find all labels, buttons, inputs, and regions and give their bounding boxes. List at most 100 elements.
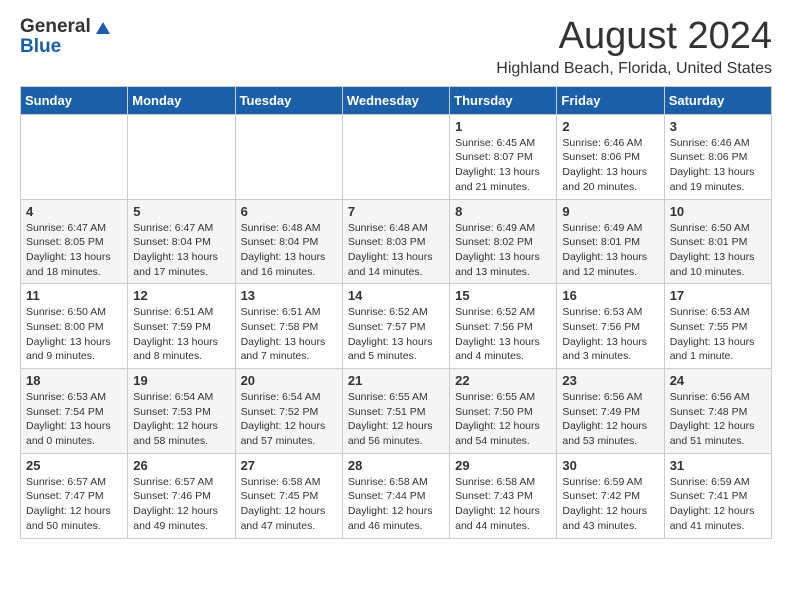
day-number: 21 — [348, 373, 444, 388]
day-info: Sunrise: 6:53 AM Sunset: 7:55 PM Dayligh… — [670, 305, 766, 364]
day-number: 18 — [26, 373, 122, 388]
day-number: 23 — [562, 373, 658, 388]
calendar-cell: 21 Sunrise: 6:55 AM Sunset: 7:51 PM Dayli… — [342, 369, 449, 454]
day-info: Sunrise: 6:59 AM Sunset: 7:42 PM Dayligh… — [562, 475, 658, 534]
calendar-cell: 12 Sunrise: 6:51 AM Sunset: 7:59 PM Dayli… — [128, 284, 235, 369]
logo-general-text: General — [20, 16, 91, 38]
day-info: Sunrise: 6:54 AM Sunset: 7:52 PM Dayligh… — [241, 390, 337, 449]
day-info: Sunrise: 6:47 AM Sunset: 8:05 PM Dayligh… — [26, 221, 122, 280]
day-number: 19 — [133, 373, 229, 388]
calendar-cell: 5 Sunrise: 6:47 AM Sunset: 8:04 PM Daylig… — [128, 199, 235, 284]
day-number: 16 — [562, 288, 658, 303]
day-info: Sunrise: 6:50 AM Sunset: 8:01 PM Dayligh… — [670, 221, 766, 280]
day-info: Sunrise: 6:51 AM Sunset: 7:58 PM Dayligh… — [241, 305, 337, 364]
calendar-cell: 10 Sunrise: 6:50 AM Sunset: 8:01 PM Dayli… — [664, 199, 771, 284]
weekday-header-thursday: Thursday — [450, 86, 557, 114]
day-info: Sunrise: 6:59 AM Sunset: 7:41 PM Dayligh… — [670, 475, 766, 534]
logo: General Blue — [20, 16, 110, 58]
calendar-week-row: 18 Sunrise: 6:53 AM Sunset: 7:54 PM Dayli… — [21, 369, 772, 454]
day-info: Sunrise: 6:55 AM Sunset: 7:50 PM Dayligh… — [455, 390, 551, 449]
day-number: 22 — [455, 373, 551, 388]
calendar-week-row: 4 Sunrise: 6:47 AM Sunset: 8:05 PM Daylig… — [21, 199, 772, 284]
calendar-cell: 1Sunrise: 6:45 AM Sunset: 8:07 PM Daylig… — [450, 114, 557, 199]
day-number: 14 — [348, 288, 444, 303]
day-number: 20 — [241, 373, 337, 388]
day-number: 1 — [455, 119, 551, 134]
calendar-cell: 26Sunrise: 6:57 AM Sunset: 7:46 PM Dayli… — [128, 453, 235, 538]
calendar-week-row: 11 Sunrise: 6:50 AM Sunset: 8:00 PM Dayli… — [21, 284, 772, 369]
calendar-cell: 29 Sunrise: 6:58 AM Sunset: 7:43 PM Dayli… — [450, 453, 557, 538]
weekday-header-friday: Friday — [557, 86, 664, 114]
weekday-header-monday: Monday — [128, 86, 235, 114]
day-info: Sunrise: 6:51 AM Sunset: 7:59 PM Dayligh… — [133, 305, 229, 364]
day-info: Sunrise: 6:56 AM Sunset: 7:49 PM Dayligh… — [562, 390, 658, 449]
calendar-cell: 25Sunrise: 6:57 AM Sunset: 7:47 PM Dayli… — [21, 453, 128, 538]
calendar-header-row: SundayMondayTuesdayWednesdayThursdayFrid… — [21, 86, 772, 114]
day-info: Sunrise: 6:49 AM Sunset: 8:02 PM Dayligh… — [455, 221, 551, 280]
day-info: Sunrise: 6:58 AM Sunset: 7:45 PM Dayligh… — [241, 475, 337, 534]
day-info: Sunrise: 6:46 AM Sunset: 8:06 PM Dayligh… — [562, 136, 658, 195]
day-number: 4 — [26, 204, 122, 219]
day-info: Sunrise: 6:53 AM Sunset: 7:54 PM Dayligh… — [26, 390, 122, 449]
calendar-cell: 28 Sunrise: 6:58 AM Sunset: 7:44 PM Dayli… — [342, 453, 449, 538]
day-number: 8 — [455, 204, 551, 219]
calendar-cell: 13Sunrise: 6:51 AM Sunset: 7:58 PM Dayli… — [235, 284, 342, 369]
calendar-cell: 23 Sunrise: 6:56 AM Sunset: 7:49 PM Dayli… — [557, 369, 664, 454]
calendar-cell — [128, 114, 235, 199]
day-info: Sunrise: 6:50 AM Sunset: 8:00 PM Dayligh… — [26, 305, 122, 364]
day-number: 27 — [241, 458, 337, 473]
calendar-table: SundayMondayTuesdayWednesdayThursdayFrid… — [20, 86, 772, 539]
calendar-cell: 2Sunrise: 6:46 AM Sunset: 8:06 PM Daylig… — [557, 114, 664, 199]
calendar-cell: 15 Sunrise: 6:52 AM Sunset: 7:56 PM Dayli… — [450, 284, 557, 369]
weekday-header-sunday: Sunday — [21, 86, 128, 114]
calendar-cell: 18 Sunrise: 6:53 AM Sunset: 7:54 PM Dayli… — [21, 369, 128, 454]
day-number: 5 — [133, 204, 229, 219]
day-number: 30 — [562, 458, 658, 473]
calendar-cell: 22 Sunrise: 6:55 AM Sunset: 7:50 PM Dayli… — [450, 369, 557, 454]
calendar-cell: 16Sunrise: 6:53 AM Sunset: 7:56 PM Dayli… — [557, 284, 664, 369]
day-info: Sunrise: 6:52 AM Sunset: 7:57 PM Dayligh… — [348, 305, 444, 364]
day-number: 17 — [670, 288, 766, 303]
day-info: Sunrise: 6:48 AM Sunset: 8:04 PM Dayligh… — [241, 221, 337, 280]
calendar-cell: 27 Sunrise: 6:58 AM Sunset: 7:45 PM Dayli… — [235, 453, 342, 538]
day-info: Sunrise: 6:57 AM Sunset: 7:47 PM Dayligh… — [26, 475, 122, 534]
day-number: 28 — [348, 458, 444, 473]
calendar-cell: 11 Sunrise: 6:50 AM Sunset: 8:00 PM Dayli… — [21, 284, 128, 369]
day-number: 12 — [133, 288, 229, 303]
calendar-cell: 7 Sunrise: 6:48 AM Sunset: 8:03 PM Daylig… — [342, 199, 449, 284]
calendar-cell: 14 Sunrise: 6:52 AM Sunset: 7:57 PM Dayli… — [342, 284, 449, 369]
day-info: Sunrise: 6:52 AM Sunset: 7:56 PM Dayligh… — [455, 305, 551, 364]
calendar-cell: 4 Sunrise: 6:47 AM Sunset: 8:05 PM Daylig… — [21, 199, 128, 284]
day-info: Sunrise: 6:57 AM Sunset: 7:46 PM Dayligh… — [133, 475, 229, 534]
day-number: 9 — [562, 204, 658, 219]
day-info: Sunrise: 6:58 AM Sunset: 7:43 PM Dayligh… — [455, 475, 551, 534]
calendar-cell: 6 Sunrise: 6:48 AM Sunset: 8:04 PM Daylig… — [235, 199, 342, 284]
calendar-cell: 30 Sunrise: 6:59 AM Sunset: 7:42 PM Dayli… — [557, 453, 664, 538]
day-info: Sunrise: 6:55 AM Sunset: 7:51 PM Dayligh… — [348, 390, 444, 449]
day-info: Sunrise: 6:46 AM Sunset: 8:06 PM Dayligh… — [670, 136, 766, 195]
weekday-header-wednesday: Wednesday — [342, 86, 449, 114]
calendar-cell: 24Sunrise: 6:56 AM Sunset: 7:48 PM Dayli… — [664, 369, 771, 454]
day-number: 31 — [670, 458, 766, 473]
main-title: August 2024 — [496, 16, 772, 58]
sub-title: Highland Beach, Florida, United States — [496, 60, 772, 78]
weekday-header-saturday: Saturday — [664, 86, 771, 114]
weekday-header-tuesday: Tuesday — [235, 86, 342, 114]
logo-blue-text: Blue — [20, 36, 61, 58]
title-block: August 2024 Highland Beach, Florida, Uni… — [496, 16, 772, 78]
page-header: General Blue August 2024 Highland Beach,… — [20, 16, 772, 78]
day-info: Sunrise: 6:58 AM Sunset: 7:44 PM Dayligh… — [348, 475, 444, 534]
day-number: 15 — [455, 288, 551, 303]
day-info: Sunrise: 6:48 AM Sunset: 8:03 PM Dayligh… — [348, 221, 444, 280]
calendar-cell: 9 Sunrise: 6:49 AM Sunset: 8:01 PM Daylig… — [557, 199, 664, 284]
day-info: Sunrise: 6:49 AM Sunset: 8:01 PM Dayligh… — [562, 221, 658, 280]
day-number: 6 — [241, 204, 337, 219]
calendar-week-row: 25Sunrise: 6:57 AM Sunset: 7:47 PM Dayli… — [21, 453, 772, 538]
calendar-cell: 19Sunrise: 6:54 AM Sunset: 7:53 PM Dayli… — [128, 369, 235, 454]
day-number: 24 — [670, 373, 766, 388]
day-number: 7 — [348, 204, 444, 219]
day-info: Sunrise: 6:47 AM Sunset: 8:04 PM Dayligh… — [133, 221, 229, 280]
day-number: 29 — [455, 458, 551, 473]
day-number: 11 — [26, 288, 122, 303]
day-number: 10 — [670, 204, 766, 219]
